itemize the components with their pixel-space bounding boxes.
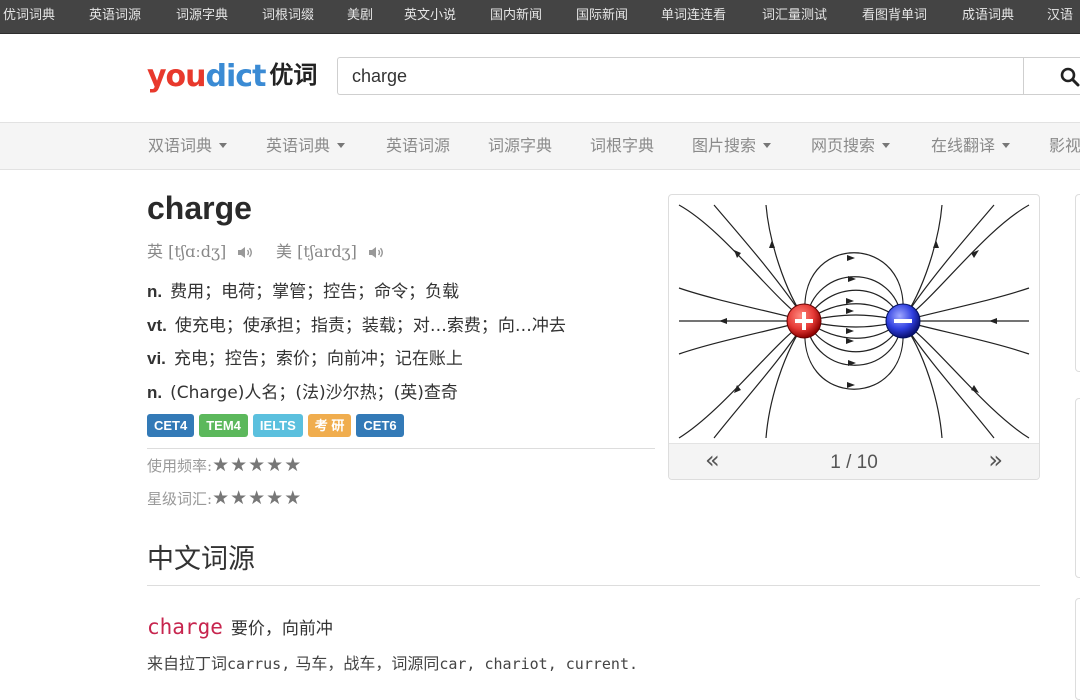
nav-online-translate[interactable]: 在线翻译 bbox=[931, 123, 1011, 169]
nav-label: 英语词典 bbox=[266, 136, 331, 155]
star-icon: ★★★★★ bbox=[212, 454, 303, 476]
exam-tags: CET4 TEM4 IELTS 考 研 CET6 bbox=[147, 414, 409, 437]
caret-down-icon bbox=[337, 143, 346, 148]
image-carousel: « 1 / 10 » bbox=[668, 194, 1040, 480]
top-link-bar: 优词词典 英语词源 词源字典 词根词缀 美剧 英文小说 国内新闻 国际新闻 单词… bbox=[0, 0, 1080, 34]
etymology-latin: carrus, bbox=[227, 655, 291, 673]
top-link-word-match[interactable]: 单词连连看 bbox=[661, 0, 726, 33]
phonetic-uk-text: [tʃɑːdʒ] bbox=[168, 242, 227, 261]
definition-text: 使充电；使承担；指责；装载；对…索费；向…冲去 bbox=[174, 316, 566, 336]
frequency-label: 使用频率: bbox=[147, 457, 213, 475]
level-rating: 星级词汇:★★★★★ bbox=[147, 487, 302, 509]
etymology-heading: charge 要价，向前冲 bbox=[147, 614, 333, 639]
etymology-mid: 马车，战车，词源同 bbox=[290, 654, 440, 673]
etymology-gloss: 要价，向前冲 bbox=[230, 619, 333, 639]
top-link-vocab-test[interactable]: 词汇量测试 bbox=[762, 0, 827, 33]
top-link-world-news[interactable]: 国际新闻 bbox=[576, 0, 628, 33]
speaker-icon[interactable] bbox=[368, 246, 385, 259]
logo-part-dict: dict bbox=[205, 59, 267, 94]
nav-etymology-dictionary[interactable]: 词源字典 bbox=[488, 123, 552, 169]
site-header: youdict 优词 bbox=[0, 34, 1080, 122]
phonetic-us: 美 [tʃardʒ] bbox=[276, 238, 385, 262]
etymology-prefix: 来自拉丁词 bbox=[147, 654, 228, 673]
definition-text: 费用；电荷；掌管；控告；命令；负载 bbox=[170, 282, 460, 302]
speaker-icon[interactable] bbox=[237, 246, 254, 259]
part-of-speech: vi. bbox=[147, 349, 166, 368]
phonetic-us-text: [tʃardʒ] bbox=[297, 242, 357, 261]
tag-tem4[interactable]: TEM4 bbox=[199, 414, 248, 437]
electric-field-image[interactable] bbox=[674, 200, 1034, 440]
definition-line: n. (Charge)人名；(法)沙尔热；(英)查奇 bbox=[147, 378, 458, 403]
search-button[interactable] bbox=[1023, 57, 1080, 95]
search-input[interactable] bbox=[337, 57, 1023, 95]
tag-cet6[interactable]: CET6 bbox=[356, 414, 404, 437]
nav-root-dictionary[interactable]: 词根字典 bbox=[590, 123, 654, 169]
side-widget bbox=[1075, 194, 1080, 372]
nav-label: 网页搜索 bbox=[811, 136, 876, 155]
logo-part-chinese: 优词 bbox=[269, 61, 318, 89]
nav-label: 在线翻译 bbox=[931, 136, 996, 155]
divider bbox=[147, 585, 1040, 586]
star-icon: ★★★★★ bbox=[212, 487, 303, 509]
tag-cet4[interactable]: CET4 bbox=[147, 414, 195, 437]
top-link-idiom-dictionary[interactable]: 成语词典 bbox=[962, 0, 1014, 33]
part-of-speech: n. bbox=[147, 282, 163, 301]
side-widget bbox=[1075, 598, 1080, 700]
top-link-roots-affixes[interactable]: 词根词缀 bbox=[262, 0, 314, 33]
definition-line: vt. 使充电；使承担；指责；装载；对…索费；向…冲去 bbox=[147, 311, 566, 336]
top-link-etymology-dictionary[interactable]: 词源字典 bbox=[176, 0, 228, 33]
part-of-speech: vt. bbox=[147, 316, 167, 335]
nav-english-dictionary[interactable]: 英语词典 bbox=[266, 123, 346, 169]
etymology-body: 来自拉丁词carrus, 马车，战车，词源同car, chariot, curr… bbox=[147, 650, 638, 674]
carousel-counter: 1 / 10 bbox=[830, 452, 878, 473]
phonetic-uk-label: 英 bbox=[147, 242, 164, 261]
search-icon bbox=[1060, 67, 1080, 87]
logo-part-you: you bbox=[147, 59, 207, 94]
definition-text: (Charge)人名；(法)沙尔热；(英)查奇 bbox=[170, 383, 458, 403]
nav-english-etymology[interactable]: 英语词源 bbox=[386, 123, 450, 169]
etymology-word: charge bbox=[147, 615, 223, 639]
definition-line: n. 费用；电荷；掌管；控告；命令；负载 bbox=[147, 277, 459, 302]
top-link-us-tv[interactable]: 美剧 bbox=[347, 0, 373, 33]
caret-down-icon bbox=[219, 143, 228, 148]
top-link-domestic-news[interactable]: 国内新闻 bbox=[490, 0, 542, 33]
next-arrow-icon[interactable]: » bbox=[988, 446, 1003, 474]
nav-image-search[interactable]: 图片搜索 bbox=[692, 123, 772, 169]
level-label: 星级词汇: bbox=[147, 490, 213, 508]
caret-down-icon bbox=[763, 143, 772, 148]
top-link-picture-words[interactable]: 看图背单词 bbox=[862, 0, 927, 33]
etymology-refs: car, chariot, current. bbox=[439, 655, 639, 673]
top-link-english-etymology[interactable]: 英语词源 bbox=[89, 0, 141, 33]
top-link-chinese[interactable]: 汉语 bbox=[1047, 0, 1073, 33]
caret-down-icon bbox=[882, 143, 891, 148]
nav-label: 图片搜索 bbox=[692, 136, 757, 155]
caret-down-icon bbox=[1002, 143, 1011, 148]
nav-label: 双语词典 bbox=[148, 136, 213, 155]
divider bbox=[147, 448, 655, 449]
part-of-speech: n. bbox=[147, 383, 163, 402]
phonetic-uk: 英 [tʃɑːdʒ] bbox=[147, 238, 254, 262]
nav-bilingual-dictionary[interactable]: 双语词典 bbox=[148, 123, 228, 169]
phonetic-us-label: 美 bbox=[276, 242, 293, 261]
definition-line: vi. 充电；控告；索价；向前冲；记在账上 bbox=[147, 344, 463, 369]
nav-film[interactable]: 影视 bbox=[1049, 123, 1080, 169]
definition-text: 充电；控告；索价；向前冲；记在账上 bbox=[173, 349, 463, 369]
nav-web-search[interactable]: 网页搜索 bbox=[811, 123, 891, 169]
top-link-novels[interactable]: 英文小说 bbox=[404, 0, 456, 33]
carousel-pager: « 1 / 10 » bbox=[669, 443, 1039, 479]
section-title: 中文词源 bbox=[147, 544, 255, 575]
top-link-youdict[interactable]: 优词词典 bbox=[3, 0, 55, 33]
frequency-rating: 使用频率:★★★★★ bbox=[147, 454, 302, 476]
site-logo[interactable]: youdict 优词 bbox=[147, 58, 317, 98]
tag-kaoyan[interactable]: 考 研 bbox=[307, 414, 352, 437]
tag-ielts[interactable]: IELTS bbox=[252, 414, 303, 437]
main-nav: 双语词典 英语词典 英语词源 词源字典 词根字典 图片搜索 网页搜索 在线翻译 … bbox=[0, 122, 1080, 170]
side-widget bbox=[1075, 398, 1080, 578]
entry-word: charge bbox=[147, 190, 252, 226]
